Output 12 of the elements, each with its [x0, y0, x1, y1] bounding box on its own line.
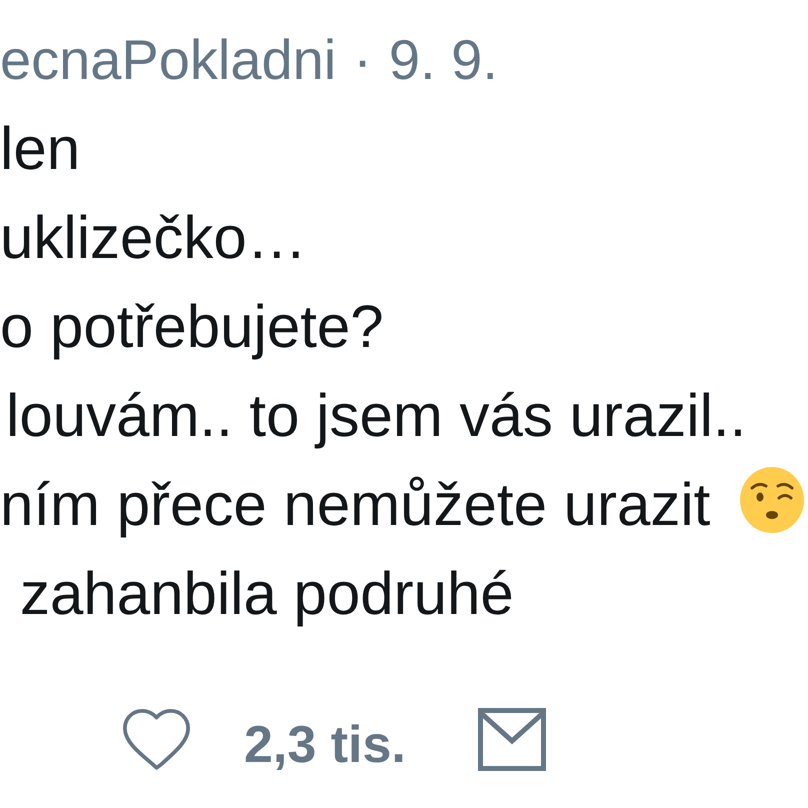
envelope-icon[interactable] [478, 708, 546, 770]
tweet-text-line: o potřebujete? [0, 293, 384, 360]
tweet-text-line: uklizečko… [0, 204, 307, 271]
tweet-text-line: ním přece nemůžete urazit [0, 471, 710, 538]
separator: · [353, 27, 372, 93]
tweet-text-line: len [0, 115, 80, 182]
tweet-text-line: louvám.. to jsem vás urazil.. [6, 382, 746, 449]
tweet-text-line: zahanbila podruhé [20, 560, 514, 627]
like-count: 2,3 tis. [244, 715, 406, 775]
username-link[interactable]: ecnaPokladni [0, 16, 336, 104]
tweet-date[interactable]: 9. 9. [388, 16, 498, 104]
heart-icon[interactable] [123, 706, 190, 772]
